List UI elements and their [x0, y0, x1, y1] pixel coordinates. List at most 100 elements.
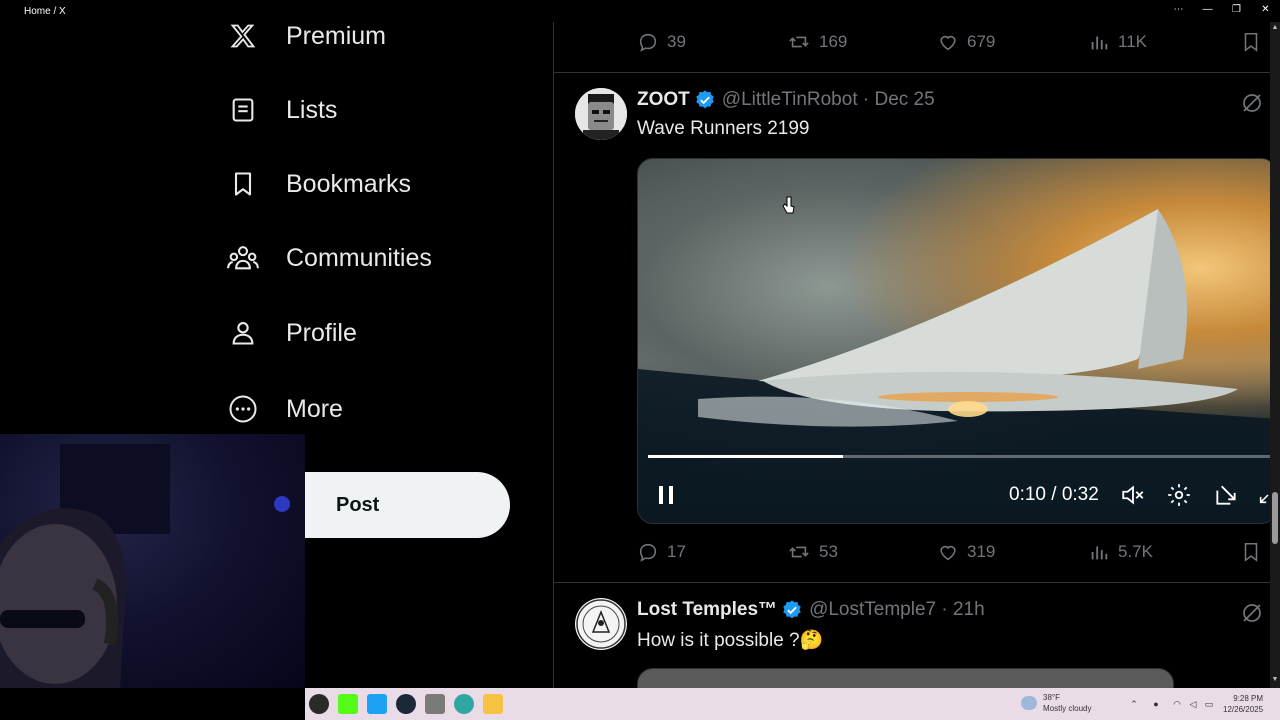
like-button[interactable]: 319 — [937, 541, 995, 563]
tweet-text: Wave Runners 2199 — [637, 118, 810, 139]
scrollbar-thumb[interactable] — [1272, 492, 1278, 544]
kick-icon[interactable] — [338, 694, 358, 714]
sidebar-item-label: Bookmarks — [286, 169, 412, 198]
taskbar-clock[interactable]: 9:28 PM 12/26/2025 — [1223, 693, 1263, 715]
sidebar-item-bookmarks[interactable]: Bookmarks — [226, 162, 411, 206]
repost-button[interactable]: 169 — [787, 31, 847, 53]
avatar[interactable] — [575, 88, 627, 140]
browser-icon[interactable] — [454, 694, 474, 714]
fullscreen-button[interactable] — [1254, 481, 1270, 509]
volume-icon[interactable]: ◁ — [1187, 698, 1199, 710]
view-count: 11K — [1118, 32, 1147, 51]
tweet-text: How is it possible ?🤔 — [637, 630, 824, 651]
video-time: 0:10 / 0:32 — [1009, 484, 1099, 505]
weather-temp: 38°F — [1043, 693, 1060, 702]
pause-button[interactable] — [652, 481, 680, 509]
views-button[interactable]: 11K — [1088, 31, 1147, 53]
twitter-app-icon[interactable] — [367, 694, 387, 714]
sidebar-item-communities[interactable]: Communities — [226, 236, 432, 280]
tweet-media[interactable] — [637, 668, 1174, 688]
clock-date: 12/26/2025 — [1223, 705, 1264, 714]
page-scrollbar[interactable]: ▲ ▼ — [1270, 22, 1280, 688]
picture-in-picture-icon — [1216, 485, 1236, 505]
sidebar-item-label: More — [286, 394, 343, 423]
bookmark-button[interactable] — [1240, 541, 1270, 563]
calculator-icon[interactable] — [425, 694, 445, 714]
scroll-down-icon[interactable]: ▼ — [1271, 676, 1279, 683]
video-settings-button[interactable] — [1165, 481, 1193, 509]
sidebar-item-lists[interactable]: Lists — [226, 88, 337, 132]
bookmark-button[interactable] — [1240, 31, 1270, 53]
x-logo-icon — [226, 19, 260, 53]
author-name[interactable]: Lost Temples™ — [637, 599, 777, 621]
reply-icon — [639, 33, 657, 52]
gear-icon — [1168, 484, 1190, 506]
author-handle[interactable]: @LittleTinRobot · Dec 25 — [722, 89, 935, 111]
weather-widget[interactable]: 38°F Mostly cloudy — [1043, 692, 1091, 714]
views-icon — [1091, 546, 1108, 560]
microphone-icon[interactable]: ● — [1150, 698, 1162, 710]
tweet-action-bar: 17 53 319 5.7K — [637, 541, 1267, 567]
views-button[interactable]: 5.7K — [1088, 541, 1153, 563]
pause-icon — [659, 486, 673, 504]
reply-button[interactable]: 39 — [637, 31, 686, 53]
window-menu-button[interactable]: ⋯ — [1164, 0, 1193, 22]
windows-taskbar: 38°F Mostly cloudy ⌃ ● ◠ ◁ ▭ 9:28 PM 12/… — [305, 688, 1280, 720]
tweet-separator — [554, 72, 1270, 73]
reply-count: 17 — [667, 542, 686, 561]
window-title: Home / X — [24, 5, 66, 17]
mute-button[interactable] — [1119, 481, 1147, 509]
views-icon — [1091, 36, 1108, 50]
battery-icon[interactable]: ▭ — [1203, 698, 1215, 710]
tweet-separator — [554, 582, 1270, 583]
view-count: 5.7K — [1118, 542, 1153, 561]
sidebar-item-more[interactable]: More — [226, 387, 343, 431]
repost-icon — [789, 36, 809, 48]
tweet-action-bar: 39 169 679 11K — [637, 31, 1267, 57]
scroll-up-icon[interactable]: ▲ — [1271, 24, 1279, 31]
repost-count: 53 — [819, 542, 838, 561]
sidebar-item-label: Premium — [286, 21, 387, 50]
video-player[interactable]: 0:10 / 0:32 — [637, 158, 1270, 524]
bookmark-icon — [1244, 542, 1258, 562]
timeline-feed: 39 169 679 11K ZOOT @LittleTinRobot · De… — [554, 22, 1270, 688]
author-name[interactable]: ZOOT — [637, 89, 690, 111]
mouse-cursor-icon — [782, 196, 796, 219]
sidebar-item-label: Profile — [286, 318, 357, 347]
more-icon — [226, 392, 260, 426]
author-handle[interactable]: @LostTemple7 · 21h — [809, 599, 985, 621]
video-frame — [638, 209, 1270, 523]
tweet-header: Lost Temples™ @LostTemple7 · 21h — [637, 599, 985, 621]
maximize-button[interactable]: ❐ — [1222, 0, 1251, 22]
pip-button[interactable] — [1212, 481, 1240, 509]
like-count: 679 — [967, 32, 996, 51]
repost-button[interactable]: 53 — [787, 541, 838, 563]
heart-icon — [940, 35, 956, 51]
avatar[interactable] — [575, 598, 627, 650]
sidebar-item-label: Communities — [286, 243, 432, 272]
grok-icon[interactable] — [1240, 91, 1264, 115]
tweet-header: ZOOT @LittleTinRobot · Dec 25 — [637, 89, 935, 111]
heart-icon — [940, 545, 956, 561]
obs-icon[interactable] — [309, 694, 329, 714]
steam-icon[interactable] — [396, 694, 416, 714]
verified-badge-icon — [694, 89, 716, 111]
chevron-up-icon[interactable]: ⌃ — [1128, 698, 1140, 710]
sidebar-item-profile[interactable]: Profile — [226, 311, 357, 355]
repost-icon — [789, 546, 809, 558]
profile-icon — [226, 316, 260, 350]
minimize-button[interactable]: — — [1193, 0, 1222, 22]
close-button[interactable]: ✕ — [1251, 0, 1280, 22]
sidebar-item-label: Lists — [286, 95, 338, 124]
bookmark-icon — [226, 167, 260, 201]
reply-button[interactable]: 17 — [637, 541, 686, 563]
webcam-overlay — [0, 434, 305, 688]
wifi-icon[interactable]: ◠ — [1171, 698, 1183, 710]
post-button[interactable]: Post — [305, 472, 510, 538]
sidebar-item-premium[interactable]: Premium — [226, 14, 386, 58]
file-explorer-icon[interactable] — [483, 694, 503, 714]
grok-icon[interactable] — [1240, 601, 1264, 625]
weather-desc: Mostly cloudy — [1043, 704, 1092, 713]
like-button[interactable]: 679 — [937, 31, 995, 53]
communities-icon — [226, 241, 260, 275]
